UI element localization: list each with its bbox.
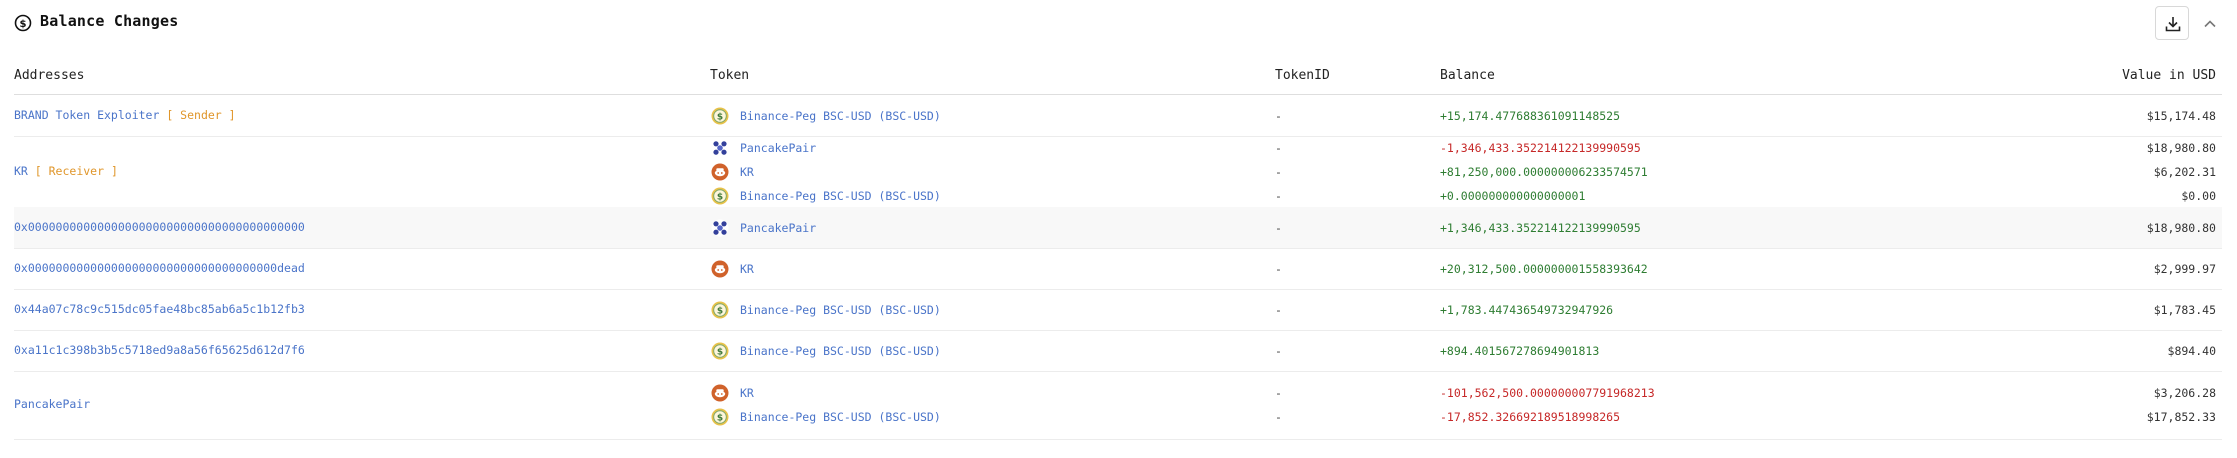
token-line: $ Binance-Peg BSC-USD (BSC-USD) - +15,174.4… (14, 106, 2222, 126)
token-id: - (1275, 303, 1282, 317)
table-row: 0x000000000000000000000000000000000000de… (14, 248, 2222, 290)
token-line: $ Binance-Peg BSC-USD (BSC-USD) - -17,852.3… (14, 407, 2222, 427)
panel-title: Balance Changes (40, 12, 179, 30)
chevron-up-icon[interactable] (2200, 14, 2220, 34)
kr-token-icon (711, 260, 729, 278)
download-button[interactable] (2155, 6, 2189, 40)
token-id: - (1275, 221, 1282, 235)
usd-value: $15,174.48 (2146, 109, 2216, 123)
table-header: Addresses Token TokenID Balance Value in… (14, 62, 2222, 95)
svg-text:$: $ (717, 193, 723, 203)
balance-value: -17,852.326692189518998265 (1440, 410, 1621, 424)
balance-value: +1,346,433.352214122139990595 (1440, 221, 1641, 235)
table-row: 0x44a07c78c9c515dc05fae48bc85ab6a5c1b12f… (14, 289, 2222, 331)
balance-value: +20,312,500.000000001558393642 (1440, 262, 1648, 276)
column-header-value-usd: Value in USD (2122, 68, 2216, 83)
balance-value: -1,346,433.352214122139990595 (1440, 141, 1641, 155)
usd-coin-icon: $ (711, 187, 729, 205)
svg-text:$: $ (717, 414, 723, 424)
token-link[interactable]: PancakePair (740, 221, 816, 235)
token-id: - (1275, 410, 1282, 424)
dollar-circle-icon: $ (14, 14, 32, 32)
token-id: - (1275, 344, 1282, 358)
token-line: PancakePair - +1,346,433.35221412213999059… (14, 218, 2222, 238)
column-header-balance: Balance (1440, 68, 1495, 83)
table-row: PancakePair KR - -101,562,500.0000000077919… (14, 371, 2222, 440)
balance-value: +894.401567278694901813 (1440, 344, 1600, 358)
table-row: BRAND Token Exploiter [ Sender ] $ Binance… (14, 95, 2222, 137)
token-id: - (1275, 109, 1282, 123)
token-line: KR - +20,312,500.000000001558393642 $2,999.… (14, 259, 2222, 279)
usd-value: $1,783.45 (2153, 303, 2216, 317)
svg-text:$: $ (717, 113, 723, 123)
usd-value: $6,202.31 (2153, 165, 2216, 179)
usd-coin-icon: $ (711, 342, 729, 360)
token-link[interactable]: Binance-Peg BSC-USD (BSC-USD) (740, 410, 941, 424)
balance-value: +81,250,000.000000006233574571 (1440, 165, 1648, 179)
kr-token-icon (711, 163, 729, 181)
token-link[interactable]: KR (740, 262, 754, 276)
balance-value: +0.000000000000000001 (1440, 189, 1586, 203)
table-row: 0xa11c1c398b3b5c5718ed9a8a56f65625d612d7… (14, 330, 2222, 372)
pancake-pair-icon (711, 139, 729, 157)
usd-value: $17,852.33 (2146, 410, 2216, 424)
usd-value: $3,206.28 (2153, 386, 2216, 400)
table-row: KR [ Receiver ] PancakePair - -1,346,433.35… (14, 136, 2222, 208)
balance-value: -101,562,500.000000007791968213 (1440, 386, 1655, 400)
token-line: KR - -101,562,500.000000007791968213 $3,206… (14, 383, 2222, 403)
token-line: $ Binance-Peg BSC-USD (BSC-USD) - +894.4015… (14, 341, 2222, 361)
svg-text:$: $ (20, 19, 27, 30)
balance-value: +15,174.477688361091148525 (1440, 109, 1621, 123)
token-link[interactable]: PancakePair (740, 141, 816, 155)
balance-value: +1,783.447436549732947926 (1440, 303, 1614, 317)
token-id: - (1275, 262, 1282, 276)
column-header-token-id: TokenID (1275, 68, 1330, 83)
token-line: KR - +81,250,000.000000006233574571 $6,202.… (14, 162, 2222, 182)
token-line: $ Binance-Peg BSC-USD (BSC-USD) - +0.000000… (14, 186, 2222, 206)
svg-text:$: $ (717, 348, 723, 358)
panel-header: $ Balance Changes (0, 0, 2237, 46)
token-link[interactable]: Binance-Peg BSC-USD (BSC-USD) (740, 303, 941, 317)
token-id: - (1275, 141, 1282, 155)
usd-coin-icon: $ (711, 408, 729, 426)
svg-text:$: $ (717, 307, 723, 317)
column-header-token: Token (710, 68, 750, 83)
token-link[interactable]: Binance-Peg BSC-USD (BSC-USD) (740, 344, 941, 358)
token-link[interactable]: Binance-Peg BSC-USD (BSC-USD) (740, 109, 941, 123)
usd-value: $2,999.97 (2153, 262, 2216, 276)
pancake-pair-icon (711, 219, 729, 237)
token-id: - (1275, 189, 1282, 203)
table-row: 0x00000000000000000000000000000000000000… (14, 207, 2222, 249)
token-link[interactable]: Binance-Peg BSC-USD (BSC-USD) (740, 189, 941, 203)
usd-value: $894.40 (2167, 344, 2216, 358)
usd-coin-icon: $ (711, 301, 729, 319)
balance-changes-panel: $ Balance Changes Addresses Token TokenI… (0, 0, 2237, 458)
token-line: PancakePair - -1,346,433.35221412213999059… (14, 138, 2222, 158)
column-header-addresses: Addresses (14, 68, 85, 83)
usd-coin-icon: $ (711, 107, 729, 125)
usd-value: $18,980.80 (2146, 141, 2216, 155)
download-icon (2165, 17, 2181, 32)
kr-token-icon (711, 384, 729, 402)
token-id: - (1275, 165, 1282, 179)
token-line: $ Binance-Peg BSC-USD (BSC-USD) - +1,783.44… (14, 300, 2222, 320)
token-id: - (1275, 386, 1282, 400)
usd-value: $18,980.80 (2146, 221, 2216, 235)
token-link[interactable]: KR (740, 386, 754, 400)
usd-value: $0.00 (2181, 189, 2216, 203)
token-link[interactable]: KR (740, 165, 754, 179)
